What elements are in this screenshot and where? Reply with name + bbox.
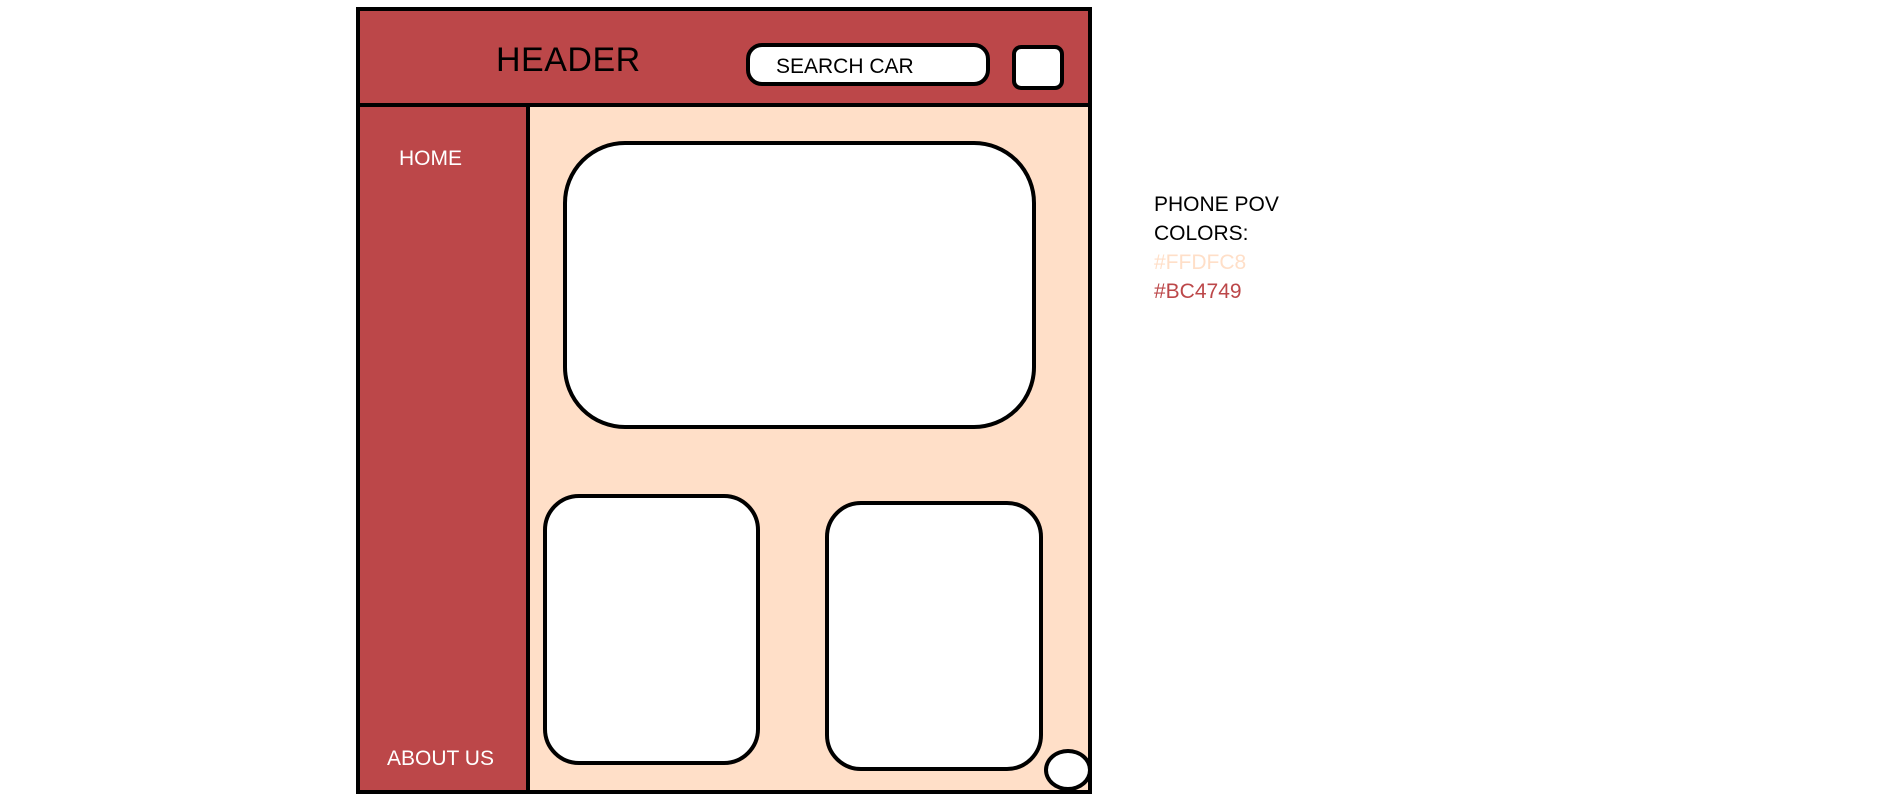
notes-title: PHONE POV [1154,193,1279,216]
header-bar: HEADER SEARCH CAR [360,11,1088,107]
floating-action-button[interactable] [1044,749,1088,790]
design-notes: PHONE POV COLORS: #FFDFC8 #BC4749 [1154,190,1279,306]
header-action-button[interactable] [1012,45,1064,90]
notes-colors-label: COLORS: [1154,222,1249,245]
sidebar-item-about-us[interactable]: ABOUT US [387,747,494,771]
small-card-left[interactable] [543,494,760,765]
search-placeholder: SEARCH CAR [776,55,914,78]
header-title: HEADER [496,41,641,79]
search-input[interactable]: SEARCH CAR [746,43,990,86]
small-card-right[interactable] [825,501,1043,771]
wireframe-canvas: HEADER SEARCH CAR HOME ABOUT US PHONE PO… [0,0,1879,806]
sidebar-item-home[interactable]: HOME [399,147,462,171]
notes-color-swatch-text-2: #BC4749 [1154,280,1242,303]
main-card[interactable] [563,141,1036,429]
notes-color-swatch-text-1: #FFDFC8 [1154,251,1247,274]
phone-frame: HEADER SEARCH CAR HOME ABOUT US [356,7,1092,794]
sidebar: HOME ABOUT US [360,107,530,790]
